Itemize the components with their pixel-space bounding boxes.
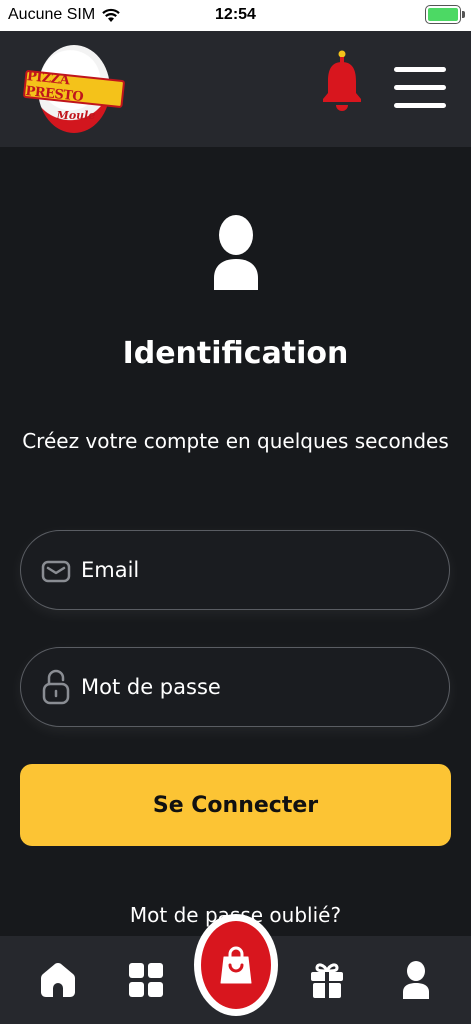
app-header: PIZZA PRESTO Moule xyxy=(0,31,471,147)
user-avatar-icon xyxy=(210,214,262,290)
home-icon xyxy=(41,963,75,997)
hamburger-menu-button[interactable] xyxy=(394,67,446,111)
nav-categories[interactable] xyxy=(126,960,166,1000)
pizza-presto-logo[interactable]: PIZZA PRESTO Moule xyxy=(22,43,126,135)
envelope-icon xyxy=(41,555,71,587)
menu-line-3 xyxy=(394,103,446,108)
email-input[interactable] xyxy=(81,531,431,609)
page-title: Identification xyxy=(122,336,349,371)
nav-home[interactable] xyxy=(38,960,78,1000)
battery-indicator xyxy=(425,5,465,24)
battery-icon xyxy=(425,5,465,24)
grid-icon xyxy=(129,963,163,997)
battery-level xyxy=(428,8,458,21)
menu-line-2 xyxy=(394,85,446,90)
page-subtitle: Créez votre compte en quelques secondes xyxy=(22,429,449,453)
unlock-icon xyxy=(41,669,71,705)
nav-account[interactable] xyxy=(396,960,436,1000)
email-field[interactable] xyxy=(20,530,450,610)
nav-offers[interactable] xyxy=(307,960,347,1000)
password-field[interactable] xyxy=(20,647,450,727)
bell-icon xyxy=(323,50,361,111)
login-button[interactable]: Se Connecter xyxy=(20,764,451,846)
cart-button-inner xyxy=(201,921,271,1009)
cart-button[interactable] xyxy=(194,914,278,1016)
shopping-bag-icon xyxy=(220,946,252,984)
notifications-button[interactable] xyxy=(320,49,364,115)
password-input[interactable] xyxy=(81,648,431,726)
menu-line-1 xyxy=(394,67,446,72)
logo-subtext: Moule xyxy=(56,109,96,122)
logo-banner: PIZZA PRESTO xyxy=(22,69,126,109)
user-icon xyxy=(403,961,429,999)
status-time: 12:54 xyxy=(215,6,256,23)
status-bar: Aucune SIM 12:54 xyxy=(0,0,471,31)
gift-icon xyxy=(311,963,343,998)
